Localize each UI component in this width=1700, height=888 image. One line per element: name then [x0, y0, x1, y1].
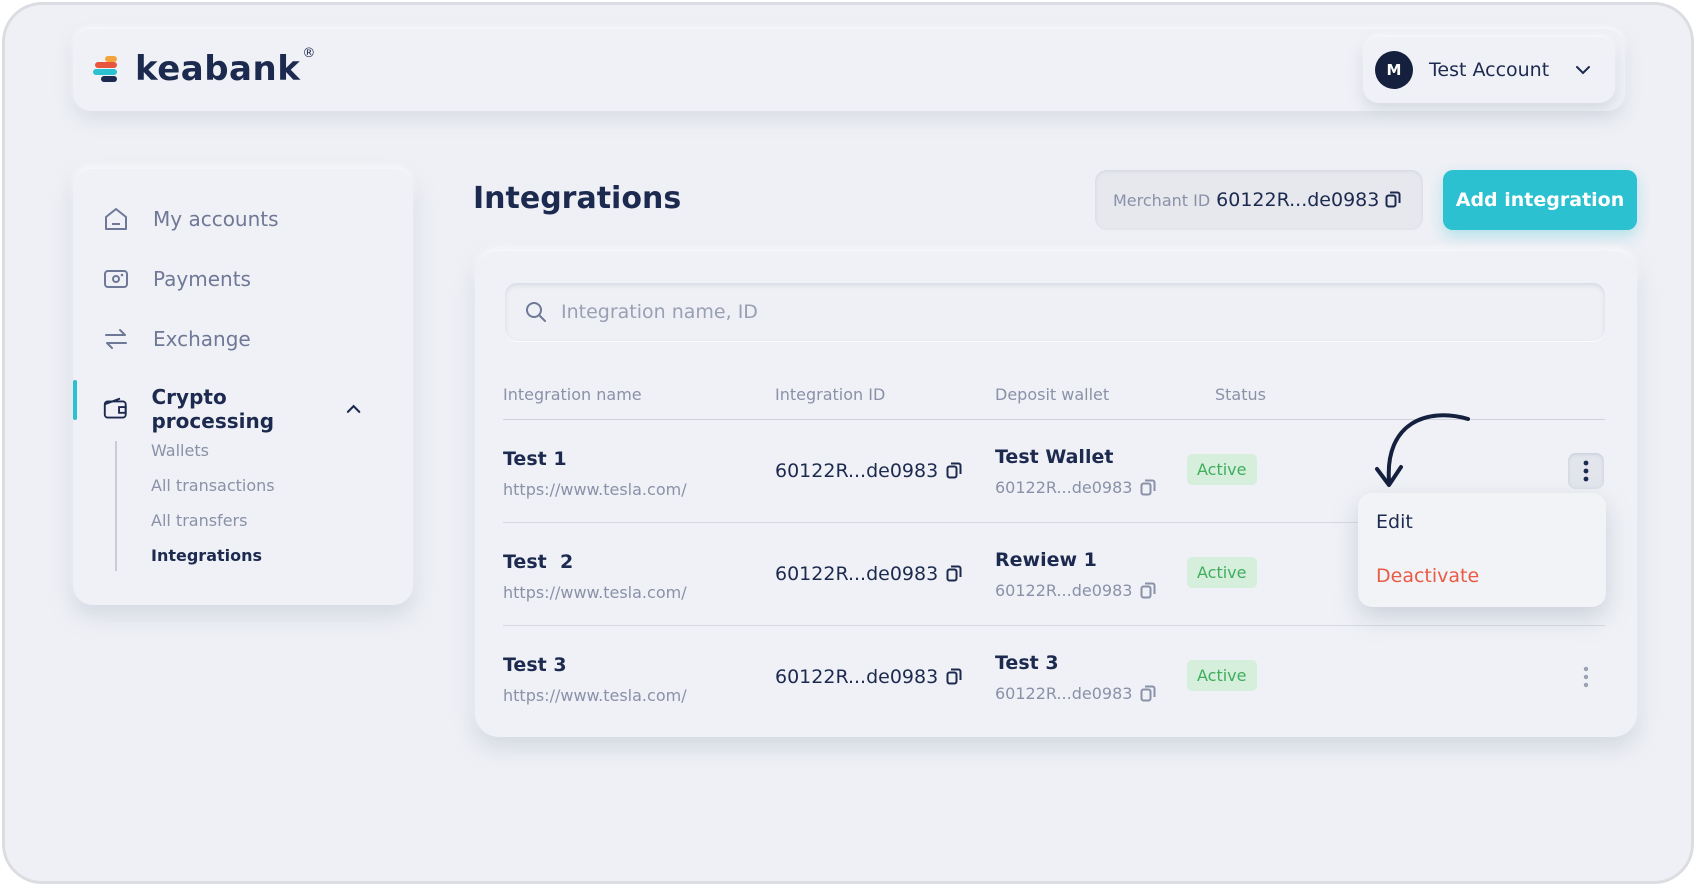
integration-url[interactable]: https://www.tesla.com/: [503, 480, 687, 499]
column-header-wallet: Deposit wallet: [995, 385, 1110, 404]
merchant-id-label: Merchant ID: [1113, 190, 1211, 210]
column-header-status: Status: [1215, 385, 1266, 404]
page-title: Integrations: [473, 181, 682, 216]
registered-mark: ®: [302, 45, 316, 61]
integration-id-text: 60122R...de0983: [775, 460, 939, 482]
search-icon: [526, 302, 546, 322]
column-header-name: Integration name: [503, 385, 642, 404]
integration-url[interactable]: https://www.tesla.com/: [503, 583, 687, 602]
sidebar-item-label: Exchange: [153, 327, 251, 351]
top-header: keabank ® M Test Account: [73, 29, 1625, 111]
table-row[interactable]: Test 3 https://www.tesla.com/ 60122R...d…: [503, 626, 1605, 729]
wallet-name: Test Wallet: [995, 446, 1114, 468]
integration-id: 60122R...de0983: [775, 460, 962, 482]
sidebar-item-label: Crypto processing: [151, 385, 275, 433]
merchant-id-box: Merchant ID 60122R...de0983: [1095, 170, 1423, 230]
copy-icon[interactable]: [1385, 191, 1401, 209]
copy-icon[interactable]: [946, 565, 962, 583]
copy-icon[interactable]: [1140, 479, 1156, 497]
payments-icon: [104, 270, 128, 288]
submenu-item-all-transfers[interactable]: All transfers: [151, 511, 247, 530]
copy-icon[interactable]: [1140, 685, 1156, 703]
row-menu-button[interactable]: [1568, 453, 1604, 489]
integration-url[interactable]: https://www.tesla.com/: [503, 686, 687, 705]
sidebar-item-payments[interactable]: Payments: [101, 264, 251, 294]
account-menu[interactable]: M Test Account: [1363, 37, 1615, 103]
sidebar: My accounts Payments Exchange Crypto pro…: [73, 169, 413, 605]
submenu-item-wallets[interactable]: Wallets: [151, 441, 209, 460]
search-input[interactable]: [559, 300, 1463, 324]
wallet-id: 60122R...de0983: [995, 684, 1156, 703]
submenu-line: [115, 441, 117, 571]
more-vertical-icon: [1583, 666, 1589, 688]
status-badge: Active: [1187, 660, 1257, 691]
wallet-icon: [103, 397, 127, 419]
wallet-id-text: 60122R...de0983: [995, 684, 1133, 703]
copy-icon[interactable]: [1140, 582, 1156, 600]
menu-item-deactivate[interactable]: Deactivate: [1376, 565, 1479, 587]
wallet-name: Test 3: [995, 652, 1059, 674]
active-indicator: [73, 380, 77, 420]
chevron-down-icon: [1576, 66, 1590, 75]
sidebar-item-crypto-processing[interactable]: Crypto processing: [101, 385, 361, 433]
chevron-up-icon[interactable]: [346, 404, 361, 414]
merchant-id-value: 60122R...de0983: [1216, 189, 1380, 211]
sidebar-item-label: Payments: [153, 267, 251, 291]
sidebar-item-my-accounts[interactable]: My accounts: [101, 204, 279, 234]
app-frame: keabank ® M Test Account My accounts Pay…: [2, 2, 1694, 884]
avatar: M: [1375, 51, 1413, 89]
wallet-id-text: 60122R...de0983: [995, 581, 1133, 600]
exchange-icon: [105, 329, 127, 349]
submenu-item-all-transactions[interactable]: All transactions: [151, 476, 275, 495]
home-icon: [105, 208, 127, 230]
status-badge: Active: [1187, 454, 1257, 485]
wallet-id: 60122R...de0983: [995, 581, 1156, 600]
integration-name: Test 2: [503, 551, 574, 573]
more-vertical-icon: [1583, 460, 1589, 482]
integration-id-text: 60122R...de0983: [775, 666, 939, 688]
copy-icon[interactable]: [946, 462, 962, 480]
integration-id-text: 60122R...de0983: [775, 563, 939, 585]
integration-id: 60122R...de0983: [775, 563, 962, 585]
menu-item-edit[interactable]: Edit: [1376, 511, 1413, 533]
wallet-id-text: 60122R...de0983: [995, 478, 1133, 497]
column-header-id: Integration ID: [775, 385, 886, 404]
integration-id: 60122R...de0983: [775, 666, 962, 688]
wallet-id: 60122R...de0983: [995, 478, 1156, 497]
wallet-name: Rewiew 1: [995, 549, 1097, 571]
logo-text: keabank: [135, 49, 301, 89]
row-context-menu: Edit Deactivate: [1358, 493, 1606, 607]
submenu-item-integrations[interactable]: Integrations: [151, 546, 262, 565]
sidebar-item-exchange[interactable]: Exchange: [101, 324, 251, 354]
row-menu-button[interactable]: [1568, 659, 1604, 695]
status-badge: Active: [1187, 557, 1257, 588]
sidebar-item-label: My accounts: [153, 207, 279, 231]
keabank-logo-icon: [93, 56, 117, 82]
add-integration-button[interactable]: Add integration: [1443, 170, 1637, 230]
logo[interactable]: keabank ®: [91, 45, 316, 89]
integration-name: Test 1: [503, 448, 567, 470]
account-name: Test Account: [1429, 59, 1550, 81]
integration-name: Test 3: [503, 654, 567, 676]
search-box[interactable]: [505, 283, 1605, 341]
copy-icon[interactable]: [946, 668, 962, 686]
